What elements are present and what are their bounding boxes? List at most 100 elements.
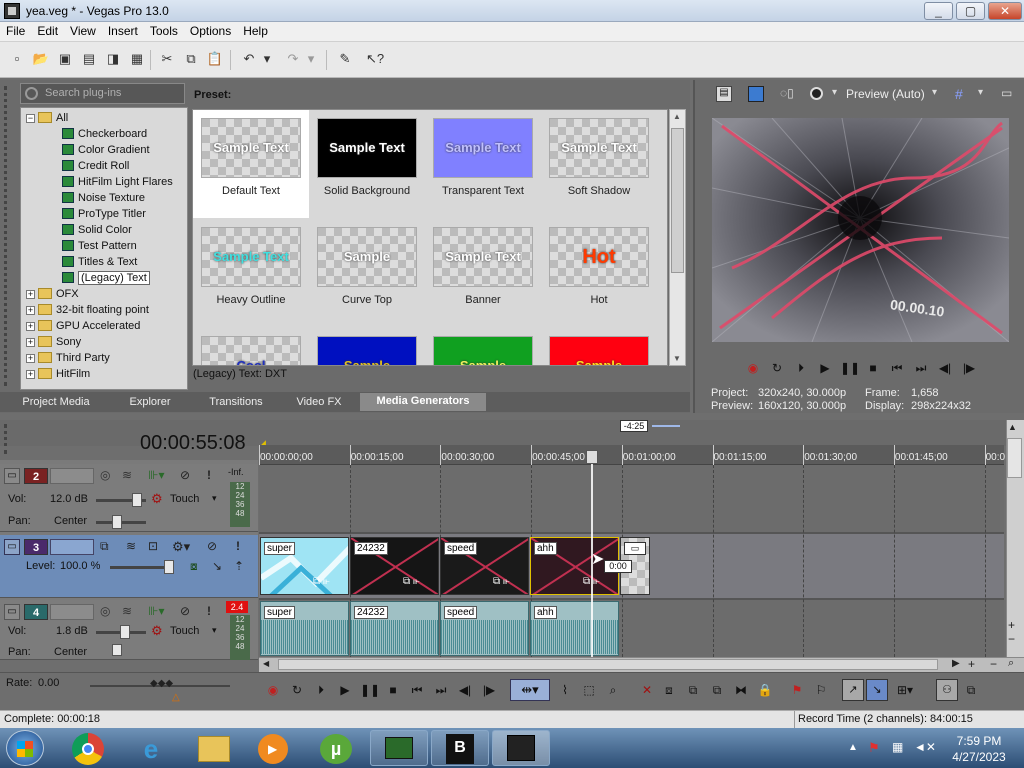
new-icon[interactable]: ▫ [8,50,26,68]
envelope-edit-tool-icon[interactable]: ⌇ [556,681,574,699]
solo-icon[interactable]: ! [236,539,240,553]
scroll-up-icon[interactable]: ▲ [1008,422,1017,432]
expand-icon[interactable]: + [26,290,35,299]
plugin-tree-item[interactable]: Noise Texture [62,190,145,206]
audio-event[interactable]: ahh [530,601,619,656]
plugin-tree-item[interactable]: HitFilm Light Flares [62,174,173,190]
menu-edit[interactable]: Edit [31,22,64,38]
automation-icon[interactable]: ≋ [122,468,132,482]
make-compositing-child-icon[interactable]: ⇡ [234,559,244,573]
mute-icon[interactable]: ◎ [100,604,110,618]
selection-edit-tool-icon[interactable]: ⬚ [580,681,598,699]
action-center-icon[interactable]: ⚑ [868,740,880,756]
playhead-handle[interactable] [586,450,598,464]
redo-dropdown-icon[interactable]: ▾ [306,50,316,68]
whats-this-help-icon[interactable]: ↖? [366,50,384,68]
preset-item[interactable]: Sample Curve Top [309,219,425,327]
track-fx-icon[interactable]: ⊪▾ [148,604,164,618]
level-slider-knob[interactable] [164,560,174,574]
track-expand-icon[interactable]: ▭ [4,468,20,484]
preset-item[interactable]: Sample [541,328,657,365]
trim-icon[interactable]: ⧈ [660,681,678,699]
properties-icon[interactable]: ▦ [128,50,146,68]
vertical-scroll-thumb[interactable] [1007,438,1022,478]
scroll-down-icon[interactable]: ▼ [673,354,681,363]
video-event[interactable]: 24232 ⧉ ⊪ [350,537,439,595]
expand-icon[interactable]: + [26,354,35,363]
tab-media-generators[interactable]: Media Generators [360,393,486,411]
preset-item[interactable]: Sample [425,328,541,365]
normal-edit-tool-icon[interactable]: ⇹▾ [510,679,550,701]
mode-dropdown-icon[interactable]: ▾ [212,625,217,636]
system-clock[interactable]: 7:59 PM 4/27/2023 [944,733,1014,765]
stop-icon[interactable]: ■ [864,360,882,376]
show-hidden-icons-icon[interactable]: ▲ [848,742,858,753]
auto-crossfade-icon[interactable]: ⊞▾ [896,681,914,699]
save-as-icon[interactable]: ▤ [80,50,98,68]
insert-marker-icon[interactable]: ⚑ [788,681,806,699]
preview-quality-select[interactable]: Preview (Auto) [846,87,925,101]
pause-icon[interactable]: ❚❚ [840,360,860,376]
lock-envelopes-icon[interactable]: ⚇ [936,679,958,701]
plugin-tree-item[interactable]: + Sony [26,334,81,350]
audio-event[interactable]: speed [440,601,529,656]
time-selection-marker[interactable]: -4:25 [620,420,648,432]
track-expand-icon[interactable]: ▭ [4,539,20,555]
plugin-tree-item[interactable]: ProType Titler [62,206,146,222]
expand-icon[interactable]: + [26,370,35,379]
file-explorer-icon[interactable] [198,736,230,762]
event-fx-pan-crop-icon[interactable]: ⧉ ⊪ [313,576,330,587]
solo-icon[interactable]: ! [207,604,211,618]
maximize-button[interactable]: ▢ [956,2,985,20]
snapping-icon[interactable]: ↘ [866,679,888,701]
split-icon[interactable]: ⧓ [732,681,750,699]
record-icon[interactable]: ◉ [264,681,282,699]
taskbar-app-update[interactable]: B [431,730,489,766]
insert-region-icon[interactable]: ⚐ [812,681,830,699]
go-to-start-icon[interactable]: ⏮ [888,360,906,376]
track-fx-gear-icon[interactable]: ⚙▾ [172,539,190,555]
scroll-up-icon[interactable]: ▲ [673,112,681,121]
preview-properties-icon[interactable]: ▤ [716,86,732,102]
menu-view[interactable]: View [64,22,102,38]
scroll-right-icon[interactable]: ▶ [952,658,960,669]
plugin-tree-item[interactable]: (Legacy) Text [62,270,150,286]
preset-item[interactable]: Cool [193,328,309,365]
track-header-3[interactable]: ▭ 3 ⧉ ≋ ⊡ ⚙▾ ⊘ ! Level: 100.0 % ⧇ ↘ ⇡ [0,535,258,598]
tab-transitions[interactable]: Transitions [196,395,276,411]
render-as-icon[interactable]: ◨ [104,50,122,68]
compositing-mode-icon[interactable]: ⧉ [100,539,109,554]
menu-file[interactable]: File [0,22,31,38]
volume-slider-knob[interactable] [132,493,142,507]
go-to-end-icon[interactable]: ⏭ [432,681,450,699]
video-event[interactable]: speed ⧉ ⊪ [440,537,529,595]
minimize-button[interactable]: _ [924,2,953,20]
video-event[interactable]: super ⧉ ⊪ [260,537,349,595]
solo-icon[interactable]: ! [207,468,211,482]
play-from-start-icon[interactable]: ⏵ [312,681,330,699]
preset-item[interactable]: Sample Text Soft Shadow [541,110,657,218]
zoom-edit-tool-icon[interactable]: ⌕ [604,681,622,699]
plugin-tree-item[interactable]: Titles & Text [62,254,137,270]
track-expand-icon[interactable]: ▭ [4,604,20,620]
dropdown-icon[interactable]: ▾ [832,87,837,98]
plugin-tree-item[interactable]: + OFX [26,286,79,302]
panel-grip[interactable] [4,86,14,386]
previous-frame-icon[interactable]: ◀| [936,360,954,376]
trim-start-icon[interactable]: ⧉ [684,681,702,699]
track-name-field[interactable] [50,468,94,484]
zoom-tool-icon[interactable]: ⌕ [1008,657,1014,670]
auto-ripple-icon[interactable]: ↗ [842,679,864,701]
split-screen-icon[interactable]: ◌▯ [780,86,794,100]
menu-options[interactable]: Options [184,22,237,38]
audio-event[interactable]: super [260,601,349,656]
volume-slider-knob[interactable] [120,625,130,639]
go-to-start-icon[interactable]: ⏮ [408,681,426,699]
previous-frame-icon[interactable]: ◀| [456,681,474,699]
zoom-out-track-icon[interactable]: − [1008,632,1015,646]
pause-icon[interactable]: ❚❚ [360,681,380,699]
play-from-start-icon[interactable]: ⏵ [792,360,810,376]
fx-chain-icon[interactable]: ⧇ [190,559,198,574]
pan-slider-knob[interactable] [112,644,122,656]
external-monitor-icon[interactable] [748,86,764,102]
